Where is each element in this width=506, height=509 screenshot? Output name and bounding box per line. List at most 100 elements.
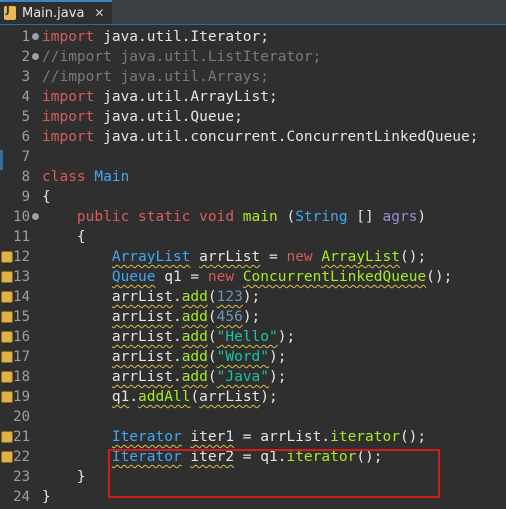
warning-icon[interactable] [1, 451, 13, 463]
code-token: ); [269, 369, 287, 385]
code-line[interactable]: 9{ [0, 187, 506, 207]
code-line[interactable]: 8 class Main [0, 167, 506, 187]
code-token: ( [207, 369, 217, 385]
tab-main-java[interactable]: Main.java ✕ [0, 0, 112, 24]
line-number: 21 [13, 429, 30, 445]
code-token: String [295, 209, 348, 225]
code-token: arrList [111, 309, 173, 325]
java-file-icon [4, 5, 16, 20]
code-line[interactable]: 17 arrList.add("Word"); [0, 347, 506, 367]
code-token: main [242, 209, 278, 225]
line-gutter: 20 [0, 407, 40, 427]
line-gutter: 16 [0, 327, 40, 347]
fold-toggle-icon[interactable] [32, 213, 39, 220]
code-text: } [42, 467, 86, 487]
code-line[interactable]: 10 public static void main (String [] ag… [0, 207, 506, 227]
code-line[interactable]: 2 //import java.util.ListIterator; [0, 47, 506, 67]
code-token: new [286, 249, 313, 265]
line-number: 5 [21, 109, 30, 125]
code-token: add [181, 369, 208, 385]
code-line[interactable]: 1 import java.util.Iterator; [0, 27, 506, 47]
code-token: arrList [111, 349, 173, 365]
warning-icon[interactable] [1, 371, 13, 383]
line-gutter: 1 [0, 27, 40, 47]
code-text: arrList.add("Java"); [42, 367, 287, 387]
code-line[interactable]: 6 import java.util.concurrent.ConcurrentL… [0, 127, 506, 147]
code-token: ( [190, 389, 200, 405]
line-number: 23 [13, 469, 30, 485]
line-gutter: 9 [0, 187, 40, 207]
line-gutter: 7 [0, 147, 40, 167]
fold-toggle-icon[interactable] [32, 53, 39, 60]
line-gutter: 17 [0, 347, 40, 367]
code-text: Queue q1 = new ConcurrentLinkedQueue(); [42, 267, 453, 287]
code-text: //import java.util.Arrays; [42, 67, 269, 87]
code-line[interactable]: 15 arrList.add(456); [0, 307, 506, 327]
warning-icon[interactable] [1, 351, 13, 363]
code-line[interactable]: 13 Queue q1 = new ConcurrentLinkedQueue(… [0, 267, 506, 287]
code-text: arrList.add(456); [42, 307, 260, 327]
code-line[interactable]: 16 arrList.add("Hello"); [0, 327, 506, 347]
line-gutter: 3 [0, 67, 40, 87]
line-number: 9 [21, 189, 30, 205]
code-token: ( [207, 329, 217, 345]
fold-toggle-icon[interactable] [32, 33, 39, 40]
code-token: //import java.util.ListIterator; [42, 49, 322, 65]
code-text: { [42, 187, 51, 207]
code-text: import java.util.Iterator; [42, 27, 269, 47]
code-token: ); [242, 309, 261, 325]
line-gutter: 24 [0, 487, 40, 507]
line-number: 8 [21, 169, 30, 185]
vertical-scrollbar[interactable] [502, 25, 506, 509]
code-token: import [42, 109, 95, 125]
line-number: 10 [13, 209, 30, 225]
code-line[interactable]: 21 Iterator iter1 = arrList.iterator(); [0, 427, 506, 447]
code-token: add [181, 289, 208, 305]
code-line[interactable]: 20 [0, 407, 506, 427]
code-line[interactable]: 18 arrList.add("Java"); [0, 367, 506, 387]
warning-icon[interactable] [1, 311, 13, 323]
code-editor[interactable]: 1 import java.util.Iterator; 2 //import jav… [0, 25, 506, 509]
warning-icon[interactable] [1, 271, 13, 283]
code-token: Iterator [111, 429, 182, 445]
code-token: . [172, 289, 182, 305]
line-gutter: 23 [0, 467, 40, 487]
code-line[interactable]: 11 { [0, 227, 506, 247]
code-text: import java.util.concurrent.ConcurrentLi… [42, 127, 479, 147]
line-number: 11 [13, 229, 30, 245]
warning-icon[interactable] [1, 431, 13, 443]
line-number: 24 [13, 489, 30, 505]
code-token: . [129, 389, 139, 405]
line-number: 15 [13, 309, 30, 325]
code-line[interactable]: 3 //import java.util.Arrays; [0, 67, 506, 87]
code-line[interactable]: 12 ArrayList arrList = new ArrayList(); [0, 247, 506, 267]
line-number: 22 [13, 449, 30, 465]
code-line[interactable]: 4 import java.util.ArrayList; [0, 87, 506, 107]
code-token: "Hello" [216, 329, 278, 345]
code-token: arrList [111, 289, 173, 305]
code-token: ); [269, 349, 287, 365]
code-token: ConcurrentLinkedQueue [242, 269, 427, 285]
code-text: Iterator iter1 = arrList.iterator(); [42, 427, 426, 447]
code-line[interactable]: 7 [0, 147, 506, 167]
warning-icon[interactable] [1, 251, 13, 263]
code-token: q1 = [155, 269, 208, 285]
code-token: arrList [111, 329, 173, 345]
warning-icon[interactable] [1, 331, 13, 343]
code-line[interactable]: 14 arrList.add(123); [0, 287, 506, 307]
line-gutter: 18 [0, 367, 40, 387]
close-icon[interactable]: ✕ [94, 6, 104, 20]
code-token: class [42, 169, 86, 185]
warning-icon[interactable] [1, 391, 13, 403]
code-token: arrList [111, 369, 173, 385]
code-token: add [181, 349, 208, 365]
code-text: import java.util.Queue; [42, 107, 243, 127]
warning-icon[interactable] [1, 291, 13, 303]
code-token: "Word" [216, 349, 270, 365]
code-line[interactable]: 19 q1.addAll(arrList); [0, 387, 506, 407]
line-number: 4 [21, 89, 30, 105]
code-text: class Main [42, 167, 129, 187]
code-line[interactable]: 5 import java.util.Queue; [0, 107, 506, 127]
